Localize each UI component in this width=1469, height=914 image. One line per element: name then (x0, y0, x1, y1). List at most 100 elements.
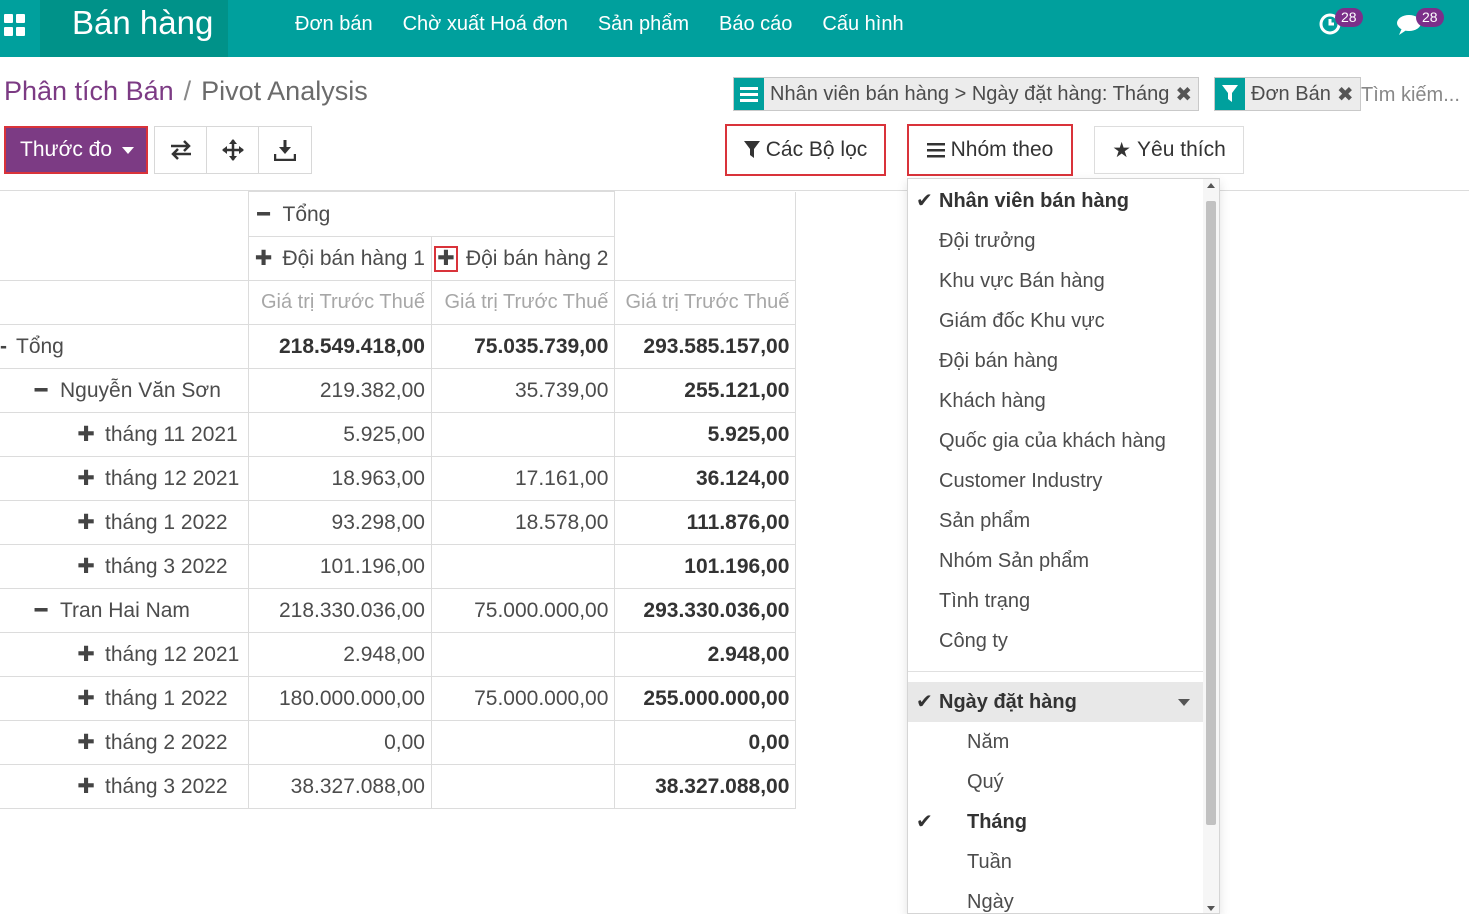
app-title[interactable]: Bán hàng (72, 4, 213, 42)
cell-total[interactable]: 36.124,00 (614, 456, 797, 501)
messages-button[interactable]: 28 (1396, 8, 1444, 40)
groupby-option-customer[interactable]: Khách hàng (908, 381, 1204, 421)
cell-value[interactable]: 75.000.000,00 (430, 588, 616, 633)
cell-value[interactable] (430, 720, 616, 765)
remove-facet-icon[interactable]: ✖ (1175, 82, 1198, 107)
scroll-thumb[interactable] (1206, 201, 1216, 825)
menu-bao-cao[interactable]: Báo cáo (704, 0, 807, 57)
cell-total[interactable]: 101.196,00 (614, 544, 797, 589)
groupby-option-product-category[interactable]: Nhóm Sản phẩm (908, 541, 1204, 581)
row-header-month[interactable]: ✚ tháng 12 2021 (0, 456, 249, 501)
row-header-total[interactable]: - Tổng (0, 324, 249, 369)
cell-value[interactable] (430, 544, 616, 589)
groupby-option-team-leader[interactable]: Đội trưởng (908, 221, 1204, 261)
groupby-option-status[interactable]: Tình trạng (908, 581, 1204, 621)
groupby-option-area-manager[interactable]: Giám đốc Khu vực (908, 301, 1204, 341)
measures-button[interactable]: Thước đo (4, 126, 148, 174)
row-header-month[interactable]: ✚ tháng 3 2022 (0, 764, 249, 809)
col-header-total[interactable]: ━ Tổng (247, 191, 616, 237)
cell-value[interactable] (430, 764, 616, 809)
scroll-down-icon[interactable] (1207, 906, 1215, 911)
groupby-option-sales-team[interactable]: Đội bán hàng (908, 341, 1204, 381)
menu-cho-xuat-hoa-don[interactable]: Chờ xuất Hoá đơn (388, 0, 583, 57)
date-option-year[interactable]: Năm (908, 722, 1204, 762)
cell-total[interactable]: 293.585.157,00 (614, 324, 797, 369)
groupby-option-sales-area[interactable]: Khu vực Bán hàng (908, 261, 1204, 301)
cell-total[interactable]: 5.925,00 (614, 412, 797, 457)
scroll-up-icon[interactable] (1207, 183, 1215, 188)
row-header-month[interactable]: ✚ tháng 12 2021 (0, 632, 249, 677)
filters-button[interactable]: Các Bộ lọc (725, 124, 886, 176)
cell-total[interactable]: 2.948,00 (614, 632, 797, 677)
measure-header[interactable]: Giá trị Trước Thuế (247, 280, 432, 325)
groupby-option-customer-country[interactable]: Quốc gia của khách hàng (908, 421, 1204, 461)
groupby-option-company[interactable]: Công ty (908, 621, 1204, 661)
groupby-option-customer-industry[interactable]: Customer Industry (908, 461, 1204, 501)
col-header-team-2[interactable]: ✚ Đội bán hàng 2 (430, 236, 616, 281)
groupby-option-order-date[interactable]: ✔ Ngày đặt hàng (908, 682, 1204, 722)
check-icon: ✔ (916, 691, 933, 713)
table-row: ✚ tháng 12 2021 18.963,00 17.161,00 36.12… (0, 456, 797, 501)
row-header-month[interactable]: ✚ tháng 1 2022 (0, 500, 249, 545)
cell-value[interactable]: 5.925,00 (247, 412, 432, 457)
menu-san-pham[interactable]: Sản phẩm (583, 0, 704, 57)
cell-value[interactable]: 75.035.739,00 (430, 324, 616, 369)
cell-value[interactable]: 38.327.088,00 (247, 764, 432, 809)
cell-value[interactable]: 2.948,00 (247, 632, 432, 677)
expand-all-button[interactable] (207, 127, 259, 173)
facet-filter-label: Đơn Bán (1251, 82, 1331, 105)
row-header-month[interactable]: ✚ tháng 3 2022 (0, 544, 249, 589)
cell-value[interactable]: 75.000.000,00 (430, 676, 616, 721)
row-header-salesperson[interactable]: ━ Nguyễn Văn Sơn (0, 368, 249, 413)
search-input[interactable] (1361, 78, 1469, 112)
cell-value[interactable] (430, 412, 616, 457)
cell-value[interactable]: 218.549.418,00 (247, 324, 432, 369)
search-facet-groupby[interactable]: Nhân viên bán hàng > Ngày đặt hàng: Thán… (733, 77, 1200, 111)
dropdown-scrollbar[interactable] (1203, 179, 1219, 913)
cell-value[interactable]: 18.578,00 (430, 500, 616, 545)
date-option-day[interactable]: Ngày (908, 882, 1204, 913)
groupby-option-product[interactable]: Sản phẩm (908, 501, 1204, 541)
cell-total[interactable]: 293.330.036,00 (614, 588, 797, 633)
row-header-salesperson[interactable]: ━ Tran Hai Nam (0, 588, 249, 633)
app-menu-icon[interactable] (4, 14, 26, 36)
star-icon: ★ (1112, 138, 1132, 162)
cell-value[interactable]: 17.161,00 (430, 456, 616, 501)
cell-value[interactable]: 101.196,00 (247, 544, 432, 589)
activity-button[interactable]: 28 (1317, 8, 1365, 40)
breadcrumb-parent[interactable]: Phân tích Bán (4, 76, 174, 106)
cell-total[interactable]: 0,00 (614, 720, 797, 765)
expand-icon: ✚ (77, 423, 95, 446)
date-option-week[interactable]: Tuần (908, 842, 1204, 882)
cell-value[interactable]: 218.330.036,00 (247, 588, 432, 633)
cell-value[interactable]: 18.963,00 (247, 456, 432, 501)
favorites-button[interactable]: ★ Yêu thích (1094, 126, 1244, 174)
download-button[interactable] (259, 127, 311, 173)
cell-total[interactable]: 255.000.000,00 (614, 676, 797, 721)
row-header-month[interactable]: ✚ tháng 2 2022 (0, 720, 249, 765)
date-option-month[interactable]: ✔ Tháng (908, 802, 1204, 842)
cell-value[interactable]: 180.000.000,00 (247, 676, 432, 721)
flip-axis-button[interactable] (155, 127, 207, 173)
cell-value[interactable] (430, 632, 616, 677)
col-header-team-1[interactable]: ✚ Đội bán hàng 1 (247, 236, 432, 281)
row-header-month[interactable]: ✚ tháng 11 2021 (0, 412, 249, 457)
measure-header[interactable]: Giá trị Trước Thuế (614, 280, 797, 325)
cell-total[interactable]: 38.327.088,00 (614, 764, 797, 809)
row-header-month[interactable]: ✚ tháng 1 2022 (0, 676, 249, 721)
groupby-button[interactable]: Nhóm theo (907, 124, 1073, 176)
cell-value[interactable]: 93.298,00 (247, 500, 432, 545)
col-total-spacer (614, 191, 797, 281)
measure-header[interactable]: Giá trị Trước Thuế (430, 280, 616, 325)
cell-total[interactable]: 111.876,00 (614, 500, 797, 545)
search-facet-filter[interactable]: Đơn Bán ✖ (1214, 77, 1361, 111)
menu-cau-hinh[interactable]: Cấu hình (807, 0, 918, 57)
cell-value[interactable]: 219.382,00 (247, 368, 432, 413)
cell-value[interactable]: 0,00 (247, 720, 432, 765)
remove-facet-icon[interactable]: ✖ (1337, 82, 1360, 107)
date-option-quarter[interactable]: Quý (908, 762, 1204, 802)
menu-don-ban[interactable]: Đơn bán (280, 0, 388, 57)
groupby-option-salesperson[interactable]: ✔ Nhân viên bán hàng (908, 181, 1204, 221)
cell-value[interactable]: 35.739,00 (430, 368, 616, 413)
cell-total[interactable]: 255.121,00 (614, 368, 797, 413)
